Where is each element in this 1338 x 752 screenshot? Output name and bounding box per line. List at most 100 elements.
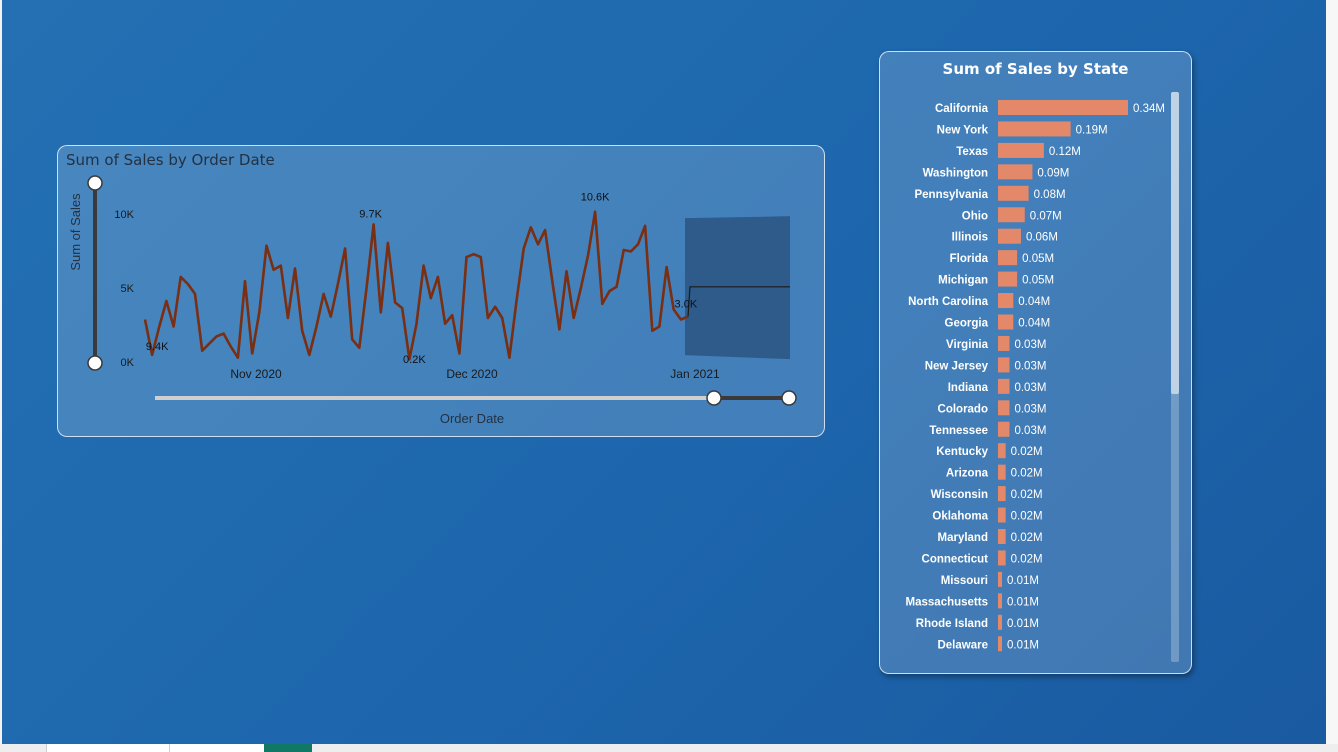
state-bar[interactable]	[998, 271, 1018, 287]
state-label: California	[935, 103, 989, 115]
state-label: Maryland	[938, 532, 989, 544]
data-label: 10.6K	[581, 192, 610, 204]
bar-chart-svg: California 0.34M New York 0.19M Texas 0.12M Wa…	[906, 100, 1165, 652]
state-bar[interactable]	[998, 357, 1010, 373]
bar-chart-visual[interactable]: Sum of Sales by State California 0.34M New…	[879, 51, 1192, 674]
state-bar[interactable]	[998, 571, 1002, 587]
x-slider-handle-end[interactable]	[781, 390, 797, 406]
bar-value-label: 0.07M	[1030, 210, 1062, 222]
state-bar[interactable]	[998, 378, 1010, 394]
bar-value-label: 0.03M	[1014, 360, 1046, 372]
data-label: 3.0K	[675, 298, 698, 310]
y-axis-label: Sum of Sales	[68, 193, 83, 271]
x-tick-label: Nov 2020	[230, 367, 282, 381]
state-bar[interactable]	[998, 250, 1018, 266]
x-slider-handle-start[interactable]	[706, 390, 722, 406]
x-tick-label: Jan 2021	[670, 367, 720, 381]
state-label: Indiana	[948, 382, 989, 394]
scrollbar[interactable]	[1171, 92, 1179, 662]
data-label: 9.4K	[146, 341, 169, 353]
state-bar[interactable]	[998, 636, 1002, 652]
bar-value-label: 0.02M	[1011, 446, 1043, 458]
state-bar[interactable]	[998, 421, 1010, 437]
bar-value-label: 0.05M	[1022, 275, 1054, 287]
bar-value-label: 0.01M	[1007, 596, 1039, 608]
state-label: Michigan	[938, 275, 988, 287]
bar-value-label: 0.02M	[1011, 532, 1043, 544]
bar-value-label: 0.04M	[1018, 296, 1050, 308]
page-tab[interactable]	[46, 744, 169, 752]
state-bar[interactable]	[998, 164, 1033, 180]
data-label: 9.7K	[359, 208, 382, 220]
bar-value-label: 0.06M	[1026, 232, 1058, 244]
state-label: Florida	[950, 253, 989, 265]
x-tick-label: Dec 2020	[446, 367, 498, 381]
state-bar[interactable]	[998, 614, 1002, 630]
bar-value-label: 0.34M	[1133, 103, 1165, 115]
state-bar[interactable]	[998, 486, 1006, 502]
y-tick-label: 10K	[114, 209, 134, 221]
state-label: Georgia	[945, 318, 989, 330]
state-bar[interactable]	[998, 335, 1010, 351]
state-label: Arizona	[946, 468, 989, 480]
state-bar[interactable]	[998, 207, 1025, 223]
state-bar[interactable]	[998, 121, 1071, 137]
state-bar[interactable]	[998, 550, 1006, 566]
y-tick-label: 0K	[121, 357, 135, 369]
state-label: Missouri	[941, 575, 988, 587]
page-tab-active[interactable]	[264, 744, 312, 752]
state-label: North Carolina	[908, 296, 988, 308]
state-bar[interactable]	[998, 185, 1029, 201]
state-label: Delaware	[937, 639, 988, 651]
state-bar[interactable]	[998, 228, 1021, 244]
state-bar[interactable]	[998, 314, 1014, 330]
y-tick-label: 5K	[121, 283, 135, 295]
bar-value-label: 0.03M	[1014, 339, 1046, 351]
sales-line-series[interactable]	[143, 210, 689, 361]
bar-value-label: 0.01M	[1007, 639, 1039, 651]
state-bar[interactable]	[998, 142, 1044, 158]
state-bar[interactable]	[998, 100, 1128, 115]
state-bar[interactable]	[998, 593, 1002, 609]
bar-value-label: 0.03M	[1014, 425, 1046, 437]
bar-value-label: 0.09M	[1037, 167, 1069, 179]
state-label: Massachusetts	[906, 596, 988, 608]
y-slider-handle-bottom[interactable]	[87, 355, 103, 371]
state-label: Connecticut	[922, 553, 989, 565]
bar-value-label: 0.03M	[1014, 403, 1046, 415]
bar-value-label: 0.02M	[1011, 511, 1043, 523]
y-slider-handle-top[interactable]	[87, 175, 103, 191]
state-bar[interactable]	[998, 464, 1006, 480]
state-label: Oklahoma	[932, 511, 988, 523]
state-label: Rhode Island	[916, 618, 988, 630]
state-bar[interactable]	[998, 293, 1014, 309]
page-tab[interactable]	[169, 744, 264, 752]
state-label: Texas	[956, 146, 988, 158]
scrollbar-thumb[interactable]	[1171, 92, 1179, 394]
state-label: Ohio	[962, 210, 988, 222]
state-bar[interactable]	[998, 400, 1010, 416]
state-bar[interactable]	[998, 529, 1006, 544]
state-label: New York	[937, 124, 989, 136]
bar-value-label: 0.01M	[1007, 618, 1039, 630]
state-bar[interactable]	[998, 507, 1006, 523]
forecast-band	[685, 216, 790, 360]
bar-value-label: 0.01M	[1007, 575, 1039, 587]
bar-value-label: 0.12M	[1049, 146, 1081, 158]
state-label: Wisconsin	[931, 489, 988, 501]
bar-value-label: 0.03M	[1014, 382, 1046, 394]
bar-value-label: 0.08M	[1034, 189, 1066, 201]
bar-value-label: 0.05M	[1022, 253, 1054, 265]
x-axis-label: Order Date	[440, 411, 504, 426]
bar-value-label: 0.02M	[1011, 468, 1043, 480]
data-label: 0.2K	[403, 354, 426, 366]
state-label: Washington	[923, 167, 988, 179]
bar-value-label: 0.02M	[1011, 489, 1043, 501]
bar-value-label: 0.04M	[1018, 318, 1050, 330]
state-label: Pennsylvania	[914, 189, 988, 201]
bar-value-label: 0.19M	[1076, 124, 1108, 136]
state-bar[interactable]	[998, 443, 1006, 459]
line-chart-visual[interactable]: Sum of Sales by Order Date 9.4K 9.7K 0.2K 1…	[57, 145, 825, 437]
state-label: Kentucky	[936, 446, 988, 458]
state-label: Illinois	[952, 232, 988, 244]
